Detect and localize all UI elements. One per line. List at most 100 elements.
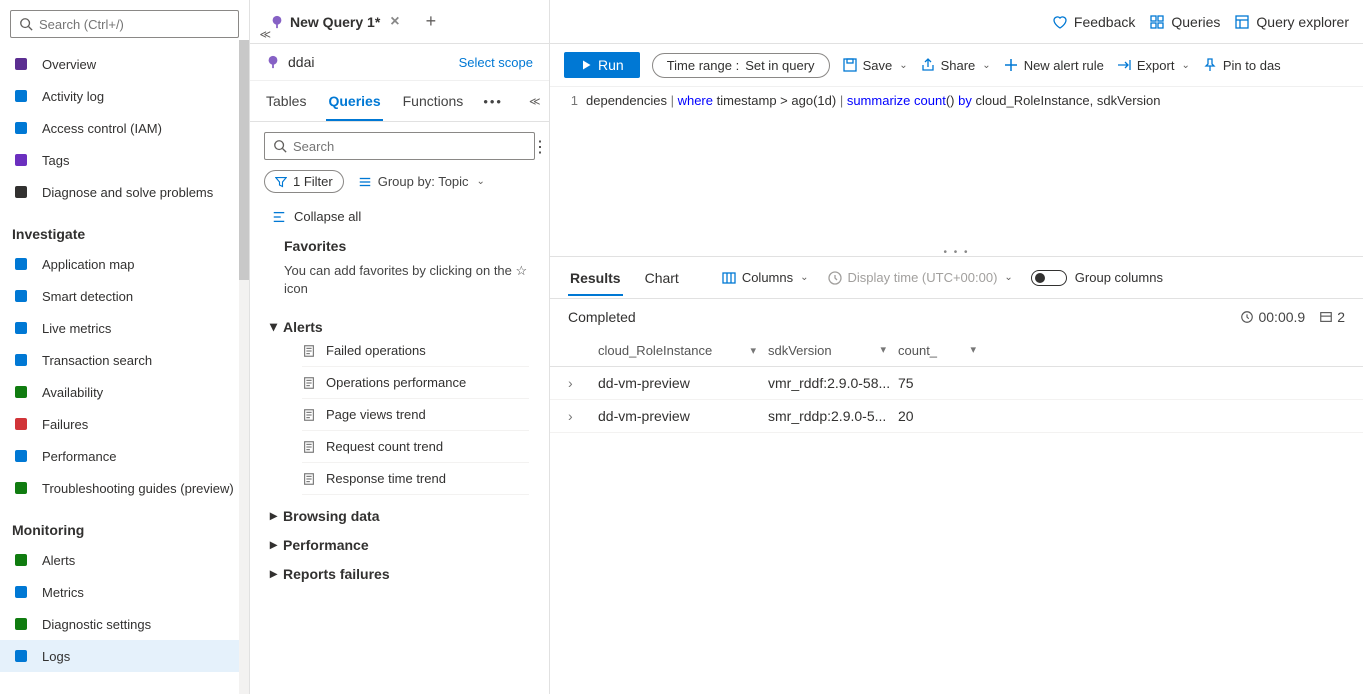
nav-item[interactable]: Live metrics [0,312,249,344]
sidebar-search[interactable] [10,10,239,38]
collapse-all-label: Collapse all [294,209,361,224]
nav-item[interactable]: Diagnose and solve problems [0,176,249,208]
nav-item[interactable]: Transaction search [0,344,249,376]
filter-chip[interactable]: 1 Filter [264,170,344,193]
tree-group[interactable]: ▸ Reports failures [270,565,529,582]
cell: dd-vm-preview [598,408,768,424]
save-icon [842,57,858,73]
table-row[interactable]: › dd-vm-preview vmr_rddf:2.9.0-58... 75 [550,367,1363,400]
nav-item[interactable]: Application map [0,248,249,280]
collapse-all-button[interactable]: Collapse all [264,205,535,238]
columns-button[interactable]: Columns⌄ [721,270,809,286]
export-icon [1116,57,1132,73]
nav-item[interactable]: Activity log [0,80,249,112]
group-columns-toggle[interactable]: Group columns [1031,270,1163,286]
queries-search-input[interactable] [293,139,526,154]
panel-collapse[interactable]: ≪ [529,95,541,108]
more-icon[interactable]: ⋮ [532,137,548,157]
nav-item[interactable]: Alerts [0,544,249,576]
add-tab-button[interactable]: + [414,11,449,32]
nav-item[interactable]: Diagnostic settings [0,608,249,640]
tab-results[interactable]: Results [568,260,623,296]
nav-item[interactable]: Smart detection [0,280,249,312]
share-button[interactable]: Share⌄ [920,57,991,73]
more-icon[interactable]: ••• [483,94,503,109]
nav-item[interactable]: Availability [0,376,249,408]
tree-group[interactable]: ▸Performance [270,536,529,553]
tab-chart[interactable]: Chart [643,260,681,296]
queries-button[interactable]: Queries [1149,14,1220,30]
column-header[interactable]: sdkVersion [768,343,832,358]
new-alert-button[interactable]: New alert rule [1003,57,1104,73]
groupby-dropdown[interactable]: Group by: Topic ⌄ [358,174,485,189]
tree-group[interactable]: ▾Alerts [270,318,529,335]
nav-label: Diagnose and solve problems [42,185,213,200]
column-header[interactable]: cloud_RoleInstance [598,343,712,358]
export-button[interactable]: Export⌄ [1116,57,1190,73]
tab-tables[interactable]: Tables [264,81,308,121]
query-icon [302,440,316,454]
timerange-picker[interactable]: Time range : Set in query [652,53,830,78]
tree-leaf[interactable]: Request count trend [302,431,529,463]
tree-leaf[interactable]: Response time trend [302,463,529,495]
tab-new-query[interactable]: New Query 1* × [256,3,414,41]
nav-label: Activity log [42,89,104,104]
nav-item[interactable]: Overview [0,48,249,80]
left-sidebar: ≪ OverviewActivity logAccess control (IA… [0,0,250,694]
nav-item[interactable]: Performance [0,440,249,472]
pin-icon [1202,57,1218,73]
run-button[interactable]: Run [564,52,640,78]
columns-label: Columns [742,270,793,285]
appinsights-icon [266,55,280,69]
expand-icon[interactable]: › [568,408,573,424]
feedback-button[interactable]: Feedback [1052,14,1135,30]
nav-item[interactable]: Tags [0,144,249,176]
display-time-button[interactable]: Display time (UTC+00:00)⌄ [827,270,1013,286]
splitter-handle[interactable]: • • • [943,247,969,258]
query-icon [302,376,316,390]
nav-label: Logs [42,649,70,664]
filter-icon[interactable]: ▾ [970,343,976,358]
tree-leaf-label: Page views trend [326,407,426,422]
toggle-switch[interactable] [1031,270,1067,286]
nav-item[interactable]: Failures [0,408,249,440]
nav-item[interactable]: Metrics [0,576,249,608]
pin-button[interactable]: Pin to das [1202,57,1281,73]
nav-item[interactable]: Troubleshooting guides (preview) [0,472,249,504]
table-row[interactable]: › dd-vm-preview smr_rddp:2.9.0-5... 20 [550,400,1363,433]
favorites-desc: You can add favorites by clicking on the… [284,262,529,298]
expand-icon[interactable]: › [568,375,573,391]
save-button[interactable]: Save⌄ [842,57,908,73]
tab-queries[interactable]: Queries [326,81,382,121]
tab-functions[interactable]: Functions [401,81,466,121]
tree-leaf[interactable]: Page views trend [302,399,529,431]
tree-leaf-label: Failed operations [326,343,426,358]
nav-label: Failures [42,417,88,432]
tree-leaf[interactable]: Operations performance [302,367,529,399]
explorer-icon [1234,14,1250,30]
nav-label: Metrics [42,585,84,600]
column-header[interactable]: count_ [898,343,937,358]
collapse-icon [272,210,286,224]
query-editor[interactable]: 1 dependencies | where timestamp > ago(1… [550,87,1363,257]
sidebar-scrollbar[interactable] [239,40,249,694]
filter-icon[interactable]: ▾ [880,343,886,358]
query-explorer-button[interactable]: Query explorer [1234,14,1349,30]
nav-item[interactable]: Logs [0,640,249,672]
share-label: Share [941,58,976,73]
tree-leaf[interactable]: Failed operations [302,335,529,367]
close-icon[interactable]: × [390,13,399,31]
tree-group-label: Alerts [283,319,323,335]
nav-item[interactable]: Access control (IAM) [0,112,249,144]
queries-search[interactable]: ⋮ [264,132,535,160]
caret-icon: ▸ [270,565,277,582]
filter-icon[interactable]: ▾ [750,344,756,357]
tab-label: New Query 1* [290,14,380,30]
tree-group-label: Performance [283,537,369,553]
tree-leaf-label: Response time trend [326,471,446,486]
select-scope-link[interactable]: Select scope [459,55,533,70]
sidebar-search-input[interactable] [39,17,230,32]
code-line[interactable]: dependencies | where timestamp > ago(1d)… [586,93,1363,250]
tree-group-label: Reports failures [283,566,390,582]
tree-group[interactable]: ▸Browsing data [270,507,529,524]
